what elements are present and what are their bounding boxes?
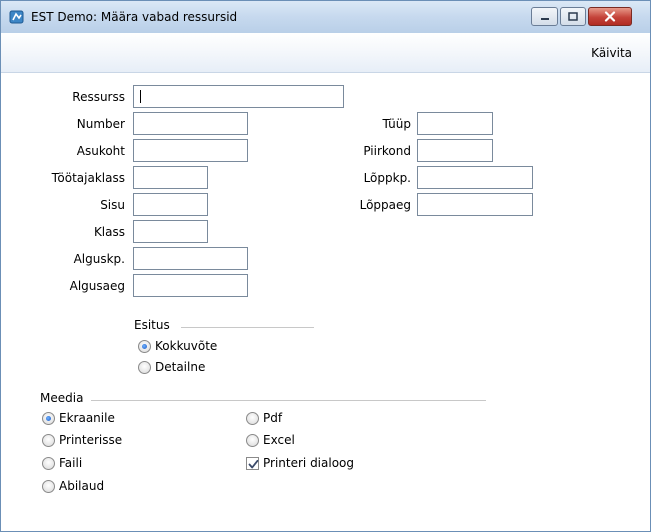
faili-radio[interactable] bbox=[42, 457, 55, 470]
ekraanile-label[interactable]: Ekraanile bbox=[59, 411, 115, 425]
action-bar: Käivita bbox=[1, 33, 650, 73]
app-icon bbox=[9, 10, 24, 24]
meedia-group-title: Meedia bbox=[40, 391, 84, 405]
minimize-button[interactable] bbox=[531, 7, 558, 26]
esitus-group-title: Esitus bbox=[134, 318, 170, 332]
tootajaklass-field[interactable] bbox=[133, 166, 208, 189]
piirkond-label: Piirkond bbox=[363, 144, 411, 158]
loppkp-field[interactable] bbox=[417, 166, 533, 189]
pdf-label[interactable]: Pdf bbox=[263, 411, 282, 425]
tootajaklass-label: Töötajaklass bbox=[51, 171, 125, 185]
kokkuvote-radio[interactable] bbox=[138, 340, 151, 353]
run-button[interactable]: Käivita bbox=[591, 46, 632, 60]
abilaud-radio[interactable] bbox=[42, 480, 55, 493]
excel-radio[interactable] bbox=[246, 434, 259, 447]
maximize-button[interactable] bbox=[560, 7, 586, 26]
tuup-field[interactable] bbox=[417, 112, 493, 135]
text-caret bbox=[140, 90, 141, 103]
maximize-icon bbox=[568, 12, 578, 21]
checkmark-icon bbox=[248, 459, 259, 469]
klass-field[interactable] bbox=[133, 220, 208, 243]
printer-dialog-checkbox[interactable] bbox=[246, 457, 259, 470]
meedia-group-divider bbox=[91, 400, 486, 401]
alguskp-label: Alguskp. bbox=[73, 252, 125, 266]
ressurss-field[interactable] bbox=[133, 85, 344, 108]
printerisse-label[interactable]: Printerisse bbox=[59, 433, 122, 447]
minimize-icon bbox=[540, 17, 549, 20]
ressurss-label: Ressurss bbox=[72, 90, 125, 104]
asukoht-field[interactable] bbox=[133, 139, 248, 162]
algusaeg-label: Algusaeg bbox=[69, 279, 125, 293]
pdf-radio[interactable] bbox=[246, 412, 259, 425]
number-field[interactable] bbox=[133, 112, 248, 135]
asukoht-label: Asukoht bbox=[76, 144, 125, 158]
esitus-group-divider bbox=[181, 327, 314, 328]
loppkp-label: Lõppkp. bbox=[363, 171, 411, 185]
close-icon bbox=[604, 11, 616, 22]
sisu-label: Sisu bbox=[100, 198, 125, 212]
detailne-label[interactable]: Detailne bbox=[155, 360, 205, 374]
algusaeg-field[interactable] bbox=[133, 274, 248, 297]
number-label: Number bbox=[76, 117, 125, 131]
report-window: EST Demo: Määra vabad ressursid Käivita … bbox=[0, 0, 651, 532]
faili-label[interactable]: Faili bbox=[59, 456, 82, 470]
klass-label: Klass bbox=[93, 225, 125, 239]
piirkond-field[interactable] bbox=[417, 139, 493, 162]
alguskp-field[interactable] bbox=[133, 247, 248, 270]
tuup-label: Tüüp bbox=[382, 117, 411, 131]
window-title: EST Demo: Määra vabad ressursid bbox=[31, 10, 238, 24]
ekraanile-radio[interactable] bbox=[42, 412, 55, 425]
kokkuvote-label[interactable]: Kokkuvõte bbox=[155, 339, 217, 353]
sisu-field[interactable] bbox=[133, 193, 208, 216]
loppaeg-field[interactable] bbox=[417, 193, 533, 216]
loppaeg-label: Lõppaeg bbox=[359, 198, 411, 212]
printerisse-radio[interactable] bbox=[42, 434, 55, 447]
detailne-radio[interactable] bbox=[138, 361, 151, 374]
title-bar[interactable]: EST Demo: Määra vabad ressursid bbox=[1, 1, 650, 33]
close-button[interactable] bbox=[588, 7, 632, 26]
excel-label[interactable]: Excel bbox=[263, 433, 295, 447]
abilaud-label[interactable]: Abilaud bbox=[59, 479, 104, 493]
printer-dialog-label[interactable]: Printeri dialoog bbox=[263, 456, 354, 470]
